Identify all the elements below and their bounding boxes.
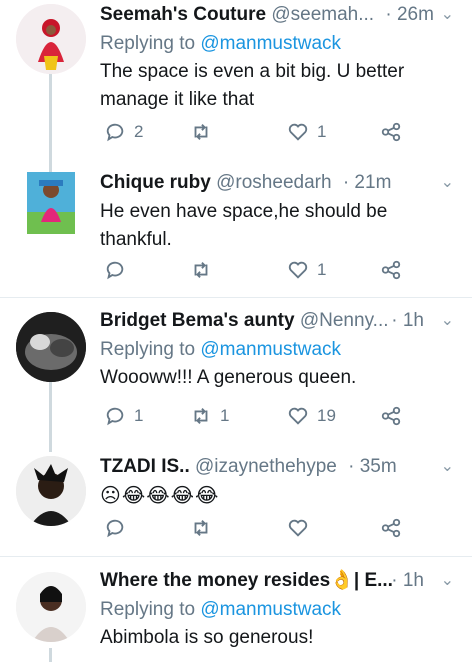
user-handle[interactable]: @izaynethehype (195, 456, 337, 477)
retweet-button[interactable]: 1 (190, 402, 229, 430)
tweet-actions: 1 1 19 (0, 402, 472, 430)
like-icon (288, 407, 308, 425)
tweet-text: Woooww!!! A generous queen. (100, 367, 357, 388)
display-name[interactable]: TZADI IS.. (100, 456, 190, 477)
reply-icon (106, 407, 124, 426)
tweet[interactable]: Bridget Bema's aunty @Nenny... · 1h ⌄ Re… (0, 306, 472, 436)
tweet-header: Where the money resides👌| E... · 1h ⌄ (100, 566, 460, 596)
tweet-header: Chique ruby @rosheedarh · 21m ⌄ (100, 168, 460, 198)
avatar[interactable] (16, 572, 86, 642)
reply-count: 2 (134, 122, 144, 141)
like-icon (288, 261, 308, 279)
tweet-text: He even have space,he should be thankful… (100, 201, 388, 250)
mention-link[interactable]: @manmustwack (200, 339, 341, 360)
mention-link[interactable]: @manmustwack (200, 599, 341, 620)
timestamp[interactable]: · 26m (385, 4, 434, 25)
mention-link[interactable]: @manmustwack (200, 33, 341, 54)
retweet-icon (194, 262, 208, 278)
share-icon (381, 406, 401, 426)
like-button[interactable]: 19 (287, 402, 336, 430)
replying-to-label: Replying to (100, 33, 201, 54)
tweet-actions: 2 1 (0, 118, 472, 146)
display-name[interactable]: Bridget Bema's aunty (100, 310, 295, 331)
tweet-text: ☹😂😂😂😂 (100, 485, 220, 507)
display-name[interactable]: Chique ruby (100, 172, 211, 193)
timestamp[interactable]: · 1h (391, 306, 424, 336)
like-count: 1 (317, 260, 327, 279)
replying-to: Replying to @manmustwack (100, 336, 460, 364)
reply-icon (106, 261, 124, 280)
tweet-actions: 1 (0, 256, 472, 284)
replying-to-label: Replying to (100, 599, 201, 620)
replying-to: Replying to @manmustwack (100, 596, 460, 624)
chevron-down-icon[interactable]: ⌄ (441, 0, 454, 30)
like-icon (288, 519, 308, 537)
reply-button[interactable]: 2 (104, 118, 143, 146)
retweet-button[interactable] (190, 118, 220, 146)
tweet-text: The space is even a bit big. U better ma… (100, 61, 405, 110)
tweet[interactable]: Chique ruby @rosheedarh · 21m ⌄ He even … (0, 168, 472, 296)
like-count: 19 (317, 406, 336, 425)
tweet-header: Bridget Bema's aunty @Nenny... · 1h ⌄ (100, 306, 460, 336)
tweet[interactable]: Where the money resides👌| E... · 1h ⌄ Re… (0, 566, 472, 662)
avatar[interactable] (16, 312, 86, 382)
retweet-icon (194, 520, 208, 536)
retweet-count: 1 (220, 406, 230, 425)
tweet-header: TZADI IS.. @izaynethehype · 35m ⌄ (100, 452, 460, 482)
avatar[interactable] (27, 172, 75, 234)
share-button[interactable] (380, 256, 402, 284)
share-button[interactable] (380, 118, 402, 146)
avatar[interactable] (16, 4, 86, 74)
tweet-content: Where the money resides👌| E... · 1h ⌄ Re… (100, 566, 460, 652)
share-icon (381, 260, 401, 280)
display-name[interactable]: Seemah's Couture (100, 4, 266, 25)
reply-count: 1 (134, 406, 144, 425)
reply-icon (106, 519, 124, 538)
retweet-icon (194, 408, 208, 424)
like-button[interactable]: 1 (287, 118, 326, 146)
tweet-content: Chique ruby @rosheedarh · 21m ⌄ He even … (100, 168, 460, 254)
share-icon (381, 518, 401, 538)
timestamp[interactable]: · 21m (343, 172, 392, 193)
tweet-content: TZADI IS.. @izaynethehype · 35m ⌄ ☹😂😂😂😂 (100, 452, 460, 510)
share-button[interactable] (380, 514, 402, 542)
user-handle[interactable]: @seemah... (271, 4, 374, 25)
replying-to-label: Replying to (100, 339, 201, 360)
tweet-actions (0, 514, 472, 542)
timestamp[interactable]: · 1h (391, 566, 424, 596)
user-handle[interactable]: @Nenny... (300, 310, 389, 331)
reply-button[interactable] (104, 514, 126, 542)
timestamp[interactable]: · 35m (348, 456, 397, 477)
like-count: 1 (317, 122, 327, 141)
tweet[interactable]: Seemah's Couture @seemah... · 26m ⌄ Repl… (0, 0, 472, 158)
chevron-down-icon[interactable]: ⌄ (441, 306, 454, 336)
tweet[interactable]: TZADI IS.. @izaynethehype · 35m ⌄ ☹😂😂😂😂 (0, 452, 472, 550)
chevron-down-icon[interactable]: ⌄ (441, 168, 454, 198)
user-handle[interactable]: @rosheedarh (216, 172, 331, 193)
retweet-icon (194, 124, 208, 140)
share-icon (381, 122, 401, 142)
reply-button[interactable] (104, 256, 134, 284)
chevron-down-icon[interactable]: ⌄ (441, 566, 454, 596)
tweet-content: Bridget Bema's aunty @Nenny... · 1h ⌄ Re… (100, 306, 460, 392)
tweet-header: Seemah's Couture @seemah... · 26m ⌄ (100, 0, 460, 30)
share-button[interactable] (380, 402, 402, 430)
reply-icon (106, 123, 124, 142)
like-button[interactable]: 1 (287, 256, 326, 284)
tweet-content: Seemah's Couture @seemah... · 26m ⌄ Repl… (100, 0, 460, 114)
divider (0, 297, 472, 298)
like-button[interactable] (287, 514, 309, 542)
display-name[interactable]: Where the money resides👌| E... (100, 570, 393, 591)
replying-to: Replying to @manmustwack (100, 30, 460, 58)
reply-button[interactable]: 1 (104, 402, 143, 430)
retweet-button[interactable] (190, 514, 212, 542)
retweet-button[interactable] (190, 256, 220, 284)
like-icon (288, 123, 308, 141)
chevron-down-icon[interactable]: ⌄ (441, 452, 454, 482)
divider (0, 556, 472, 557)
tweet-text: Abimbola is so generous! (100, 627, 314, 648)
